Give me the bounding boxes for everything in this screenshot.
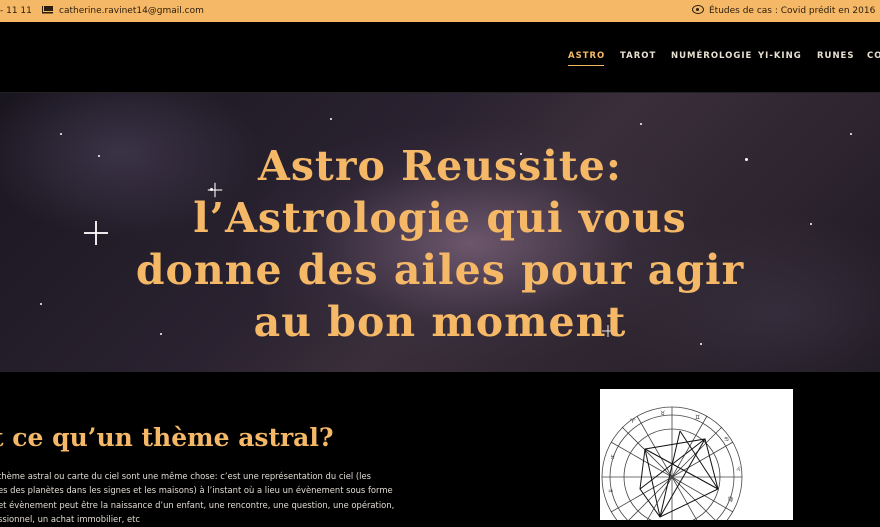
content-section: t ce qu’un thème astral? thème astral ou… xyxy=(0,372,880,524)
svg-text:♍: ♍ xyxy=(728,496,733,503)
nav-item-astro[interactable]: ASTRO xyxy=(568,51,605,66)
paragraph-line: es des planètes dans les signes et les m… xyxy=(0,485,393,496)
hero-title-line: donne des ailes pour agir xyxy=(135,246,745,294)
svg-text:♋: ♋ xyxy=(724,436,729,443)
top-bar: - 11 11 catherine.ravinet14@gmail.com Ét… xyxy=(0,0,880,22)
paragraph-line: thème astral ou carte du ciel sont une m… xyxy=(0,471,371,481)
svg-text:♈: ♈ xyxy=(630,418,636,425)
nav-item-contact[interactable]: CO xyxy=(867,51,880,61)
hero-title-line: l’Astrologie qui vous xyxy=(193,194,687,242)
star xyxy=(60,133,62,135)
hero-title-line: au bon moment xyxy=(253,298,627,346)
star xyxy=(850,133,852,135)
nav-item-tarot[interactable]: TAROT xyxy=(620,51,656,61)
astral-chart-image: ♈ ♉ ♊ ♋ ♌ ♓ ♒ ♍ xyxy=(600,389,793,520)
hero-title-line: Astro Reussite: xyxy=(258,142,622,190)
paragraph-line: et évènement peut être la naissance d’un… xyxy=(0,499,395,510)
svg-text:♊: ♊ xyxy=(695,414,700,421)
phone-number[interactable]: - 11 11 xyxy=(0,0,32,22)
svg-text:♓: ♓ xyxy=(610,454,615,461)
main-navbar: ASTRO TAROT NUMÉROLOGIE YI-KING RUNES CO xyxy=(0,22,880,93)
email-text: catherine.ravinet14@gmail.com xyxy=(59,6,204,16)
intro-paragraph: thème astral ou carte du ciel sont une m… xyxy=(0,469,398,527)
nav-item-runes[interactable]: RUNES xyxy=(817,51,855,61)
star xyxy=(330,118,332,120)
section-title: t ce qu’un thème astral? xyxy=(0,423,334,452)
eye-icon xyxy=(692,5,704,14)
svg-text:♌: ♌ xyxy=(736,466,741,473)
case-study-text: Études de cas : Covid prédit en 2016 xyxy=(709,6,876,16)
paragraph-line: ssionnel, un achat immobilier, etc xyxy=(0,514,141,525)
nav-item-numerologie[interactable]: NUMÉROLOGIE xyxy=(671,51,752,61)
email-contact[interactable]: catherine.ravinet14@gmail.com xyxy=(42,0,204,22)
hero-banner: Astro Reussite: l’Astrologie qui vous do… xyxy=(0,93,880,372)
astral-chart-drawing: ♈ ♉ ♊ ♋ ♌ ♓ ♒ ♍ xyxy=(601,406,743,520)
case-study-link[interactable]: Études de cas : Covid prédit en 2016 xyxy=(692,0,875,22)
svg-text:♒: ♒ xyxy=(608,488,613,495)
star xyxy=(640,123,642,125)
nav-item-yi-king[interactable]: YI-KING xyxy=(758,51,802,61)
envelope-icon xyxy=(42,5,53,14)
svg-text:♉: ♉ xyxy=(660,410,665,417)
hero-title: Astro Reussite: l’Astrologie qui vous do… xyxy=(0,140,880,348)
